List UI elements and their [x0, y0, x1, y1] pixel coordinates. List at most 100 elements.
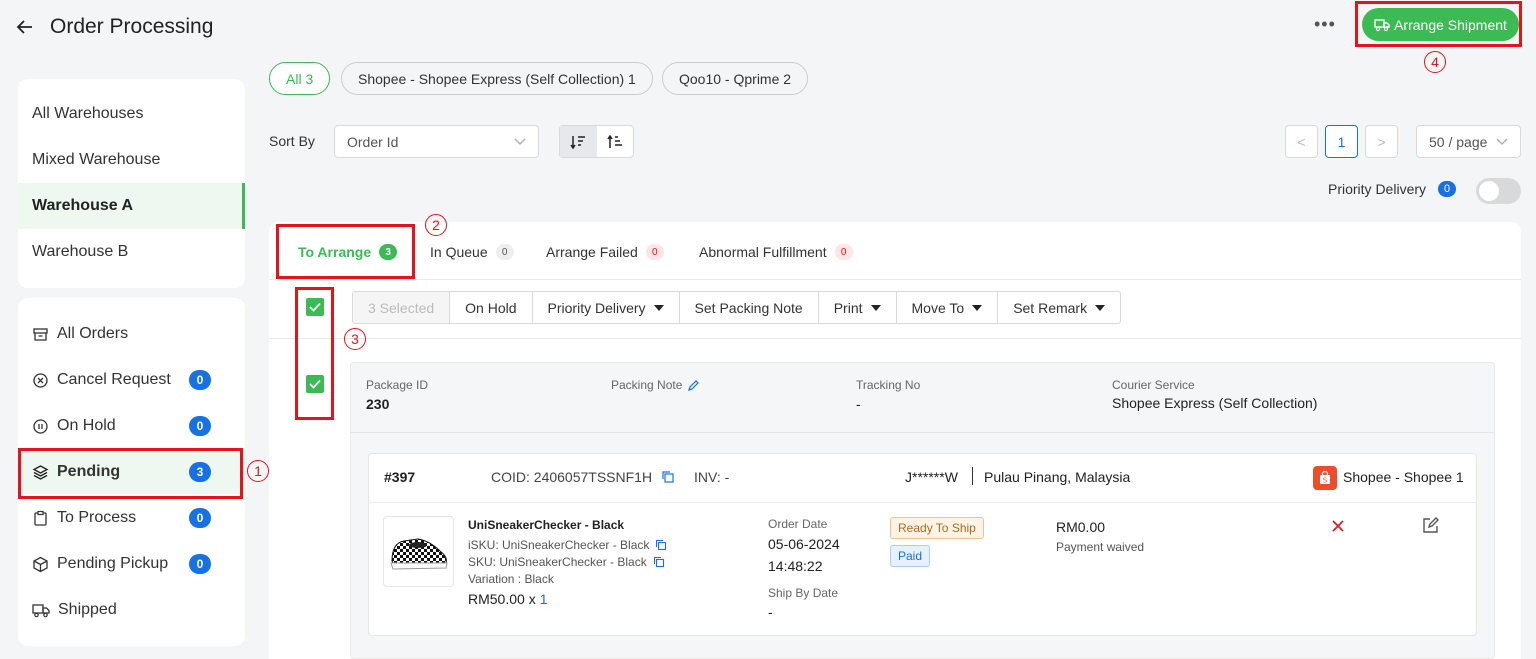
order-date-label: Order Date — [768, 517, 828, 531]
tab-count-badge: 0 — [495, 244, 514, 260]
priority-count-badge: 0 — [1438, 181, 1456, 197]
on-hold-button[interactable]: On Hold — [450, 292, 533, 323]
isku: iSKU: UniSneakerChecker - Black — [468, 538, 650, 552]
nav-cancel-request[interactable]: Cancel Request 0 — [18, 358, 245, 402]
caret-down-icon — [1095, 304, 1106, 311]
annotation-number-1: 1 — [247, 460, 269, 482]
invoice: INV: - — [694, 469, 730, 485]
sort-descending-icon[interactable] — [560, 126, 597, 157]
nav-shipped[interactable]: Shipped — [18, 588, 245, 632]
selected-count: 3 Selected — [353, 292, 451, 323]
annotation-number-4: 4 — [1424, 51, 1446, 73]
sku-row: SKU: UniSneakerChecker - Black — [468, 555, 665, 569]
back-arrow-icon[interactable] — [16, 18, 34, 36]
payment-status-badge: Paid — [890, 545, 931, 567]
edit-icon[interactable] — [1421, 516, 1440, 535]
priority-delivery-button[interactable]: Priority Delivery — [533, 292, 680, 323]
filter-shopee[interactable]: Shopee - Shopee Express (Self Collection… — [341, 62, 653, 95]
packing-note-label: Packing Note — [611, 378, 683, 392]
more-options-icon[interactable]: ••• — [1314, 14, 1336, 35]
separator — [972, 467, 973, 485]
copy-icon[interactable] — [653, 556, 665, 568]
annotation-box-1 — [18, 448, 243, 499]
quantity: 1 — [539, 591, 548, 607]
action-label: Priority Delivery — [547, 299, 646, 316]
nav-on-hold[interactable]: On Hold 0 — [18, 404, 245, 448]
price-row: RM50.00 x 1 — [468, 591, 548, 607]
nav-pending-pickup[interactable]: Pending Pickup 0 — [18, 542, 245, 586]
filter-qoo10[interactable]: Qoo10 - Qprime 2 — [662, 62, 809, 95]
tab-in-queue[interactable]: In Queue 0 — [430, 244, 514, 260]
warehouse-mixed[interactable]: Mixed Warehouse — [18, 137, 245, 183]
sku: SKU: UniSneakerChecker - Black — [468, 555, 647, 569]
nav-all-orders[interactable]: All Orders — [18, 312, 245, 356]
svg-text:S: S — [1323, 477, 1328, 485]
product-image — [383, 516, 454, 587]
tab-divider — [269, 279, 1521, 280]
store-name: Shopee - Shopee 1 — [1343, 469, 1464, 485]
prev-page-button[interactable]: < — [1285, 125, 1318, 158]
tab-label: Arrange Failed — [546, 244, 638, 260]
nav-label: Cancel Request — [57, 371, 171, 388]
unit-price: RM50.00 x — [468, 591, 536, 607]
sort-select[interactable]: Order Id — [334, 125, 539, 158]
filter-all[interactable]: All 3 — [269, 62, 331, 95]
inbox-icon — [32, 326, 49, 343]
nav-label: All Orders — [57, 325, 129, 342]
caret-down-icon — [653, 304, 664, 311]
chevron-down-icon — [1496, 138, 1508, 146]
count-badge: 0 — [189, 370, 211, 390]
order-divider — [368, 502, 1477, 503]
warehouse-a[interactable]: Warehouse A — [18, 183, 245, 229]
order-number[interactable]: #397 — [384, 469, 415, 485]
tracking-label: Tracking No — [856, 378, 921, 392]
sort-value: Order Id — [347, 133, 399, 150]
warehouse-list: All Warehouses Mixed Warehouse Warehouse… — [18, 79, 245, 288]
bulk-action-bar: 3 Selected On Hold Priority Delivery Set… — [352, 291, 1122, 324]
sort-label: Sort By — [269, 133, 315, 149]
nav-label: To Process — [57, 509, 137, 526]
nav-to-process[interactable]: To Process 0 — [18, 496, 245, 540]
copy-icon[interactable] — [661, 470, 675, 484]
copy-icon[interactable] — [655, 539, 667, 551]
sort-direction-group — [559, 125, 634, 158]
ship-by-date: - — [768, 604, 773, 620]
package-id: 230 — [366, 396, 390, 412]
move-to-button[interactable]: Move To — [897, 292, 999, 323]
set-remark-button[interactable]: Set Remark — [998, 292, 1120, 323]
arrange-shipment-button[interactable]: Arrange Shipment — [1362, 8, 1519, 41]
courier-label: Courier Service — [1112, 378, 1195, 392]
priority-delivery-toggle[interactable] — [1476, 178, 1521, 204]
sort-ascending-icon[interactable] — [597, 126, 634, 157]
tab-abnormal-fulfillment[interactable]: Abnormal Fulfillment 0 — [699, 244, 853, 260]
print-button[interactable]: Print — [819, 292, 897, 323]
chevron-down-icon — [514, 138, 526, 146]
edit-pencil-icon[interactable] — [687, 379, 700, 392]
package-id-label: Package ID — [366, 378, 429, 392]
clipboard-icon — [32, 510, 49, 527]
toolbar-divider — [269, 338, 1521, 339]
warehouse-b[interactable]: Warehouse B — [18, 229, 245, 275]
annotation-box-3 — [295, 287, 334, 420]
status-badge: Ready To Ship — [890, 517, 984, 539]
warehouse-all[interactable]: All Warehouses — [18, 91, 245, 137]
tab-arrange-failed[interactable]: Arrange Failed 0 — [546, 244, 664, 260]
truck-icon — [1374, 18, 1390, 32]
set-packing-note-button[interactable]: Set Packing Note — [680, 292, 819, 323]
package-divider — [350, 432, 1495, 433]
nav-label: Pending Pickup — [57, 555, 169, 572]
next-page-button[interactable]: > — [1365, 125, 1398, 158]
courier-service: Shopee Express (Self Collection) — [1112, 395, 1318, 411]
customer-location: Pulau Pinang, Malaysia — [984, 469, 1131, 485]
nav-label: On Hold — [57, 417, 116, 434]
coid: COID: 2406057TSSNF1H — [491, 469, 653, 485]
close-icon[interactable] — [1331, 519, 1345, 533]
page-size-select[interactable]: 50 / page — [1416, 125, 1521, 158]
order-amount: RM0.00 — [1056, 519, 1106, 535]
product-name: UniSneakerChecker - Black — [468, 518, 625, 532]
page-1-button[interactable]: 1 — [1325, 125, 1358, 158]
count-badge: 0 — [189, 508, 211, 528]
action-label: Print — [833, 299, 863, 316]
tab-count-badge: 0 — [834, 244, 853, 260]
tracking-number: - — [856, 396, 861, 412]
